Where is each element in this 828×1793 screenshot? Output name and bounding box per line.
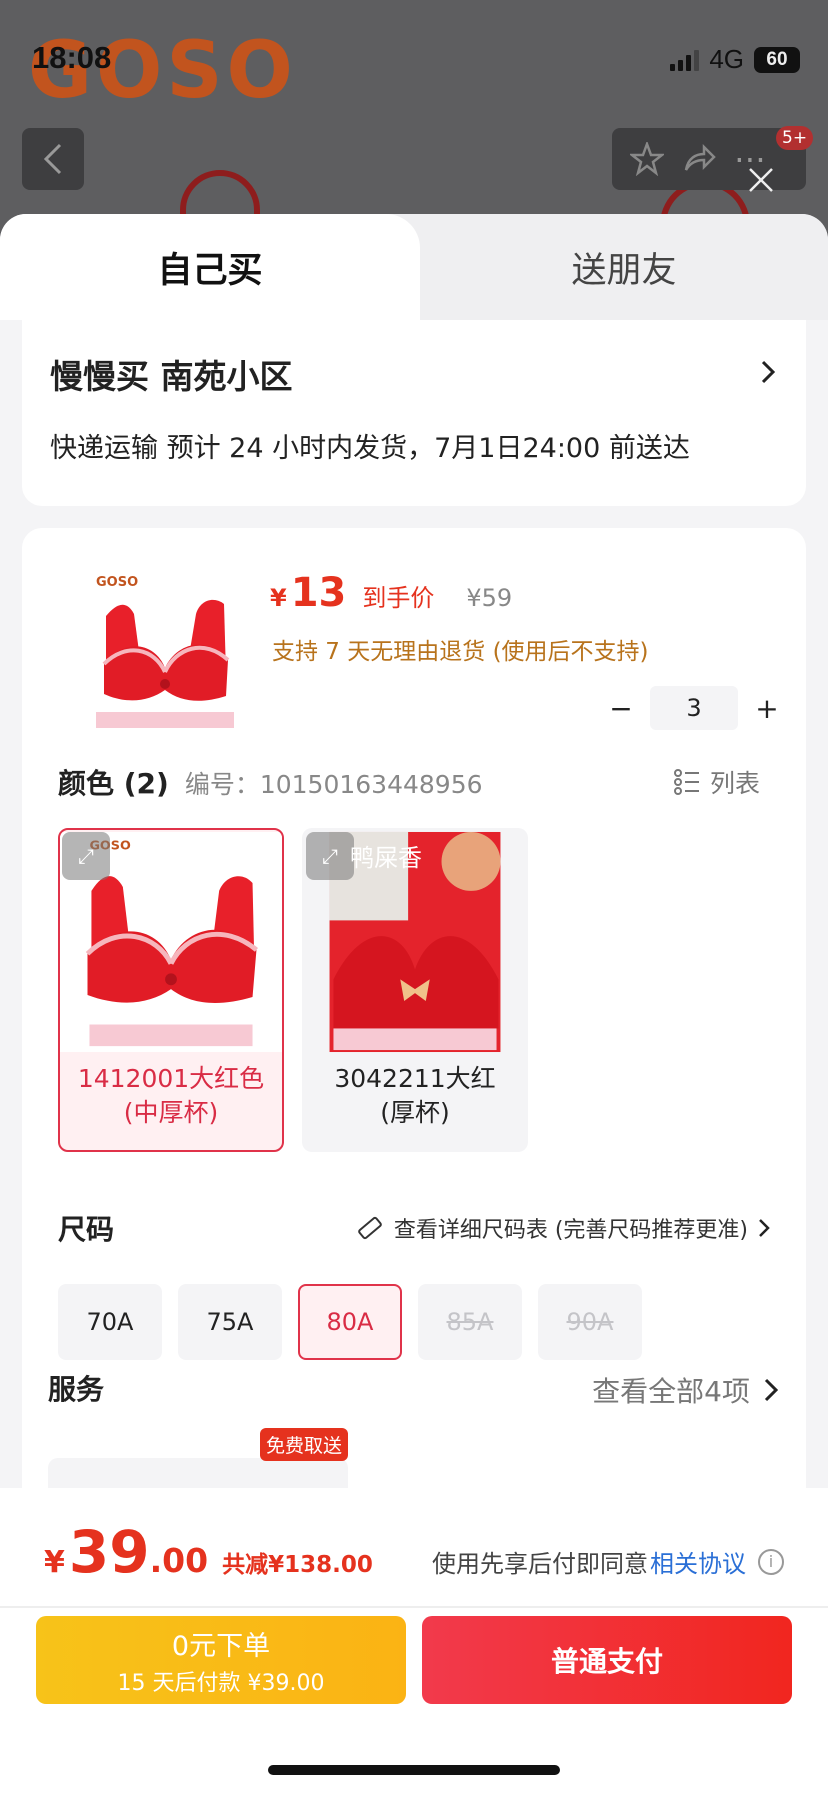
purchase-tabs: 自己买 送朋友 [0, 214, 828, 320]
expand-icon[interactable]: ⤢ [306, 832, 354, 880]
checkout-footer: ¥ 39 .00 共减¥138.00 使用先享后付即同意 相关协议 i 0元下单… [0, 1488, 828, 1793]
expand-icon[interactable]: ⤢ [62, 832, 110, 880]
back-button[interactable] [22, 128, 84, 190]
service-view-all[interactable]: 查看全部4项 [592, 1370, 778, 1410]
status-time: 18:08 [32, 40, 112, 75]
color-option-label: 1412001大红色 (中厚杯) [60, 1062, 282, 1130]
pay-later-button[interactable]: 0元下单 15 天后付款 ¥39.00 [36, 1616, 406, 1704]
share-icon[interactable] [682, 142, 716, 176]
info-icon[interactable]: i [758, 1548, 784, 1575]
shipping-estimate: 快递运输 预计 24 小时内发货，7月1日24:00 前送达 [50, 433, 690, 464]
color-option-2[interactable]: ⤢ 鸭屎香 3042211大红 (厚杯) [302, 828, 528, 1152]
address-title: 慢慢买 南苑小区 [50, 357, 293, 396]
size-guide-text: 查看详细尺码表 (完善尺码推荐更准) [393, 1218, 748, 1243]
color-header: 颜色 (2) 编号：10150163448956 [58, 762, 483, 802]
home-indicator [268, 1765, 560, 1775]
total-currency: ¥ [44, 1545, 65, 1580]
chevron-right-icon [759, 1219, 770, 1237]
pay-later-subtitle: 15 天后付款 ¥39.00 [117, 1670, 325, 1696]
quantity-input[interactable]: 3 [650, 686, 738, 730]
final-price-label: 到手价 [362, 584, 435, 612]
chevron-left-icon [43, 143, 62, 175]
page-backdrop: GOSO [0, 0, 828, 240]
total-price: ¥ 39 .00 共减¥138.00 [44, 1518, 373, 1586]
size-option-85a: 85A [418, 1284, 522, 1360]
quantity-stepper: − 3 + [596, 686, 792, 730]
size-option-75a[interactable]: 75A [178, 1284, 282, 1360]
normal-pay-button[interactable]: 普通支付 [422, 1616, 792, 1704]
address-card[interactable]: 慢慢买 南苑小区 快递运输 预计 24 小时内发货，7月1日24:00 前送达 [22, 320, 806, 506]
quantity-minus-button[interactable]: − [596, 692, 646, 725]
price-row: ¥ 13 到手价 ¥59 [270, 570, 512, 616]
return-policy: 支持 7 天无理由退货 (使用后不支持) [272, 639, 649, 665]
color-option-label-text: 1412001大红色 (中厚杯) [77, 1064, 265, 1127]
color-option-label: 3042211大红 (厚杯) [304, 1062, 526, 1130]
total-integer: 39 [68, 1518, 150, 1586]
final-price: 13 [290, 570, 347, 616]
product-code: 编号：10150163448956 [184, 770, 483, 799]
service-view-all-text: 查看全部4项 [592, 1375, 750, 1408]
free-pickup-badge: 免费取送 [260, 1428, 349, 1461]
list-view-toggle[interactable]: 列表 [673, 764, 760, 800]
color-option-overlay-text: 鸭屎香 [350, 844, 422, 872]
original-price: ¥59 [466, 584, 513, 612]
size-option-70a[interactable]: 70A [58, 1284, 162, 1360]
color-option-label-text: 3042211大红 (厚杯) [334, 1064, 496, 1127]
color-option-1[interactable]: GOSO ⤢ 1412001大红色 (中厚杯) [58, 828, 284, 1152]
pay-later-title: 0元下单 [171, 1630, 271, 1662]
star-icon[interactable] [630, 142, 664, 176]
list-label: 列表 [709, 769, 760, 798]
color-title: 颜色 (2) [58, 767, 169, 800]
footer-divider [0, 1606, 828, 1608]
agreement-link[interactable]: 相关协议 [650, 1544, 746, 1579]
size-options: 70A 75A 80A 85A 90A [58, 1284, 642, 1360]
network-type: 4G [709, 44, 744, 74]
signal-icon [670, 49, 700, 71]
size-option-90a: 90A [538, 1284, 642, 1360]
chevron-right-icon [760, 354, 776, 394]
total-decimal: .00 [149, 1541, 209, 1580]
agreement-notice: 使用先享后付即同意 相关协议 i [432, 1544, 784, 1579]
status-indicators: 4G 60 [670, 44, 800, 75]
svg-text:GOSO: GOSO [96, 575, 138, 590]
tab-buy-self[interactable]: 自己买 [0, 214, 420, 320]
chevron-right-icon [764, 1378, 778, 1402]
ruler-icon [358, 1216, 382, 1240]
list-icon [673, 769, 699, 795]
quantity-plus-button[interactable]: + [742, 692, 792, 725]
service-title: 服务 [48, 1373, 105, 1406]
tab-gift-friend[interactable]: 送朋友 [420, 214, 828, 320]
product-thumbnail[interactable]: GOSO [86, 564, 244, 738]
size-option-80a[interactable]: 80A [298, 1284, 402, 1360]
agreement-text: 使用先享后付即同意 [432, 1550, 648, 1578]
battery-icon: 60 [754, 46, 800, 73]
close-icon[interactable] [748, 160, 774, 200]
total-savings: 共减¥138.00 [222, 1552, 373, 1578]
price-currency: ¥ [270, 584, 287, 612]
message-badge: 5+ [776, 126, 814, 150]
service-option[interactable] [48, 1458, 348, 1488]
size-guide-link[interactable]: 查看详细尺码表 (完善尺码推荐更准) [356, 1212, 770, 1244]
size-title: 尺码 [58, 1213, 115, 1246]
